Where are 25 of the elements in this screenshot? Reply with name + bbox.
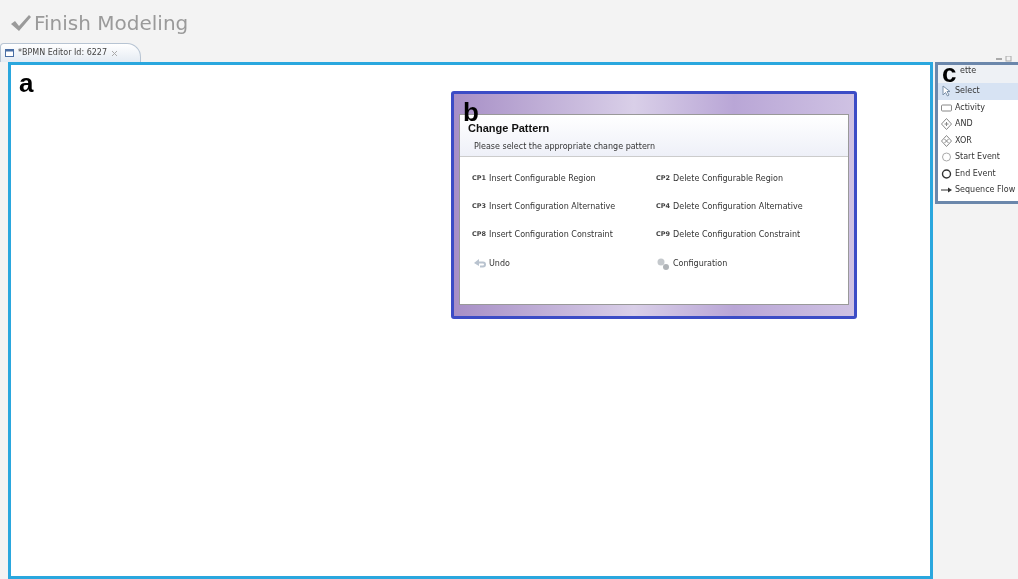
close-icon[interactable]	[111, 49, 118, 57]
editor-tab[interactable]: *BPMN Editor Id: 6227	[0, 43, 141, 62]
circle-icon	[941, 151, 952, 164]
circle-icon	[941, 167, 952, 180]
palette-title: ette	[960, 66, 977, 75]
pointer-icon	[941, 85, 952, 98]
undo-button[interactable]: Undo	[472, 257, 656, 270]
configuration-button[interactable]: Configuration	[656, 257, 840, 270]
palette-item[interactable]: Start Event	[938, 149, 1018, 166]
minimize-maximize-icon[interactable]	[996, 56, 1012, 62]
palette-item[interactable]: XOR	[938, 132, 1018, 149]
palette-item[interactable]: Select	[938, 83, 1018, 100]
figure-label: a	[19, 70, 34, 96]
palette-item[interactable]: Activity	[938, 99, 1018, 116]
palette-item[interactable]: Sequence Flow	[938, 182, 1018, 199]
diamond-icon	[941, 134, 952, 147]
diamond-icon	[941, 118, 952, 131]
palette-item[interactable]: AND	[938, 116, 1018, 133]
checkmark-icon	[10, 14, 32, 32]
rectangle-icon	[941, 101, 952, 114]
palette-item[interactable]: End Event	[938, 165, 1018, 182]
undo-arrow-icon	[472, 257, 486, 270]
dialog-message: Please select the appropriate change pattern	[474, 140, 657, 153]
figure-label: c	[942, 65, 957, 83]
editor-icon	[5, 49, 14, 57]
